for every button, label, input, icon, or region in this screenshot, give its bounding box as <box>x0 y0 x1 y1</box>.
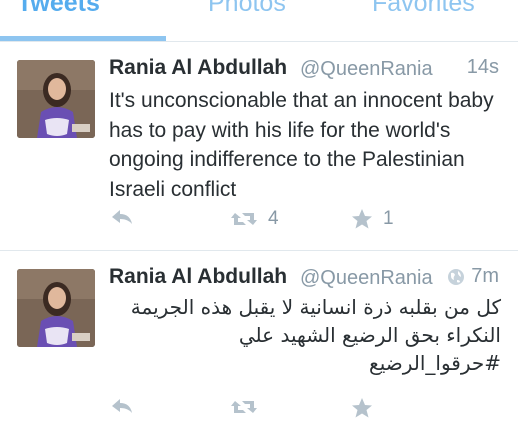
favorite-count: 1 <box>383 208 394 229</box>
reply-icon <box>112 210 132 224</box>
reply-button[interactable] <box>110 397 134 417</box>
retweet-icon <box>231 401 257 413</box>
reply-button[interactable] <box>110 208 134 228</box>
author-handle[interactable]: @QueenRania <box>300 267 433 290</box>
profile-tabs: Tweets Photos Favorites <box>0 0 518 42</box>
tweet[interactable]: Rania Al Abdullah @QueenRania 14s It's u… <box>0 42 518 250</box>
tweet-actions: 4 1 <box>0 202 518 242</box>
retweet-button[interactable]: 4 <box>230 208 279 230</box>
author-handle[interactable]: @QueenRania <box>300 58 433 81</box>
tweet-timestamp: 7m <box>471 265 499 287</box>
star-icon <box>352 398 372 418</box>
avatar[interactable] <box>17 60 95 138</box>
tab-favorites[interactable]: Favorites <box>372 0 475 20</box>
tweet-actions <box>0 391 518 431</box>
globe-icon <box>448 269 464 285</box>
tweet-text: كل من بقلبه ذرة انسانية لا يقبل هذه الجر… <box>130 295 501 375</box>
retweet-icon <box>231 213 257 225</box>
favorite-button[interactable]: 1 <box>351 208 394 230</box>
reply-icon <box>112 399 132 413</box>
tweet[interactable]: Rania Al Abdullah @QueenRania 7m كل من ب… <box>0 251 518 418</box>
avatar[interactable] <box>17 269 95 347</box>
author-name[interactable]: Rania Al Abdullah <box>109 56 287 80</box>
tab-photos[interactable]: Photos <box>208 0 286 20</box>
tweet-text: It's unconscionable that an innocent bab… <box>109 89 494 201</box>
retweet-button[interactable] <box>230 397 258 417</box>
tab-tweets[interactable]: Tweets <box>17 0 100 20</box>
star-icon <box>352 209 372 229</box>
favorite-button[interactable] <box>351 397 373 419</box>
tweet-timestamp: 14s <box>466 56 499 78</box>
author-name[interactable]: Rania Al Abdullah <box>109 265 287 289</box>
retweet-count: 4 <box>268 208 279 229</box>
